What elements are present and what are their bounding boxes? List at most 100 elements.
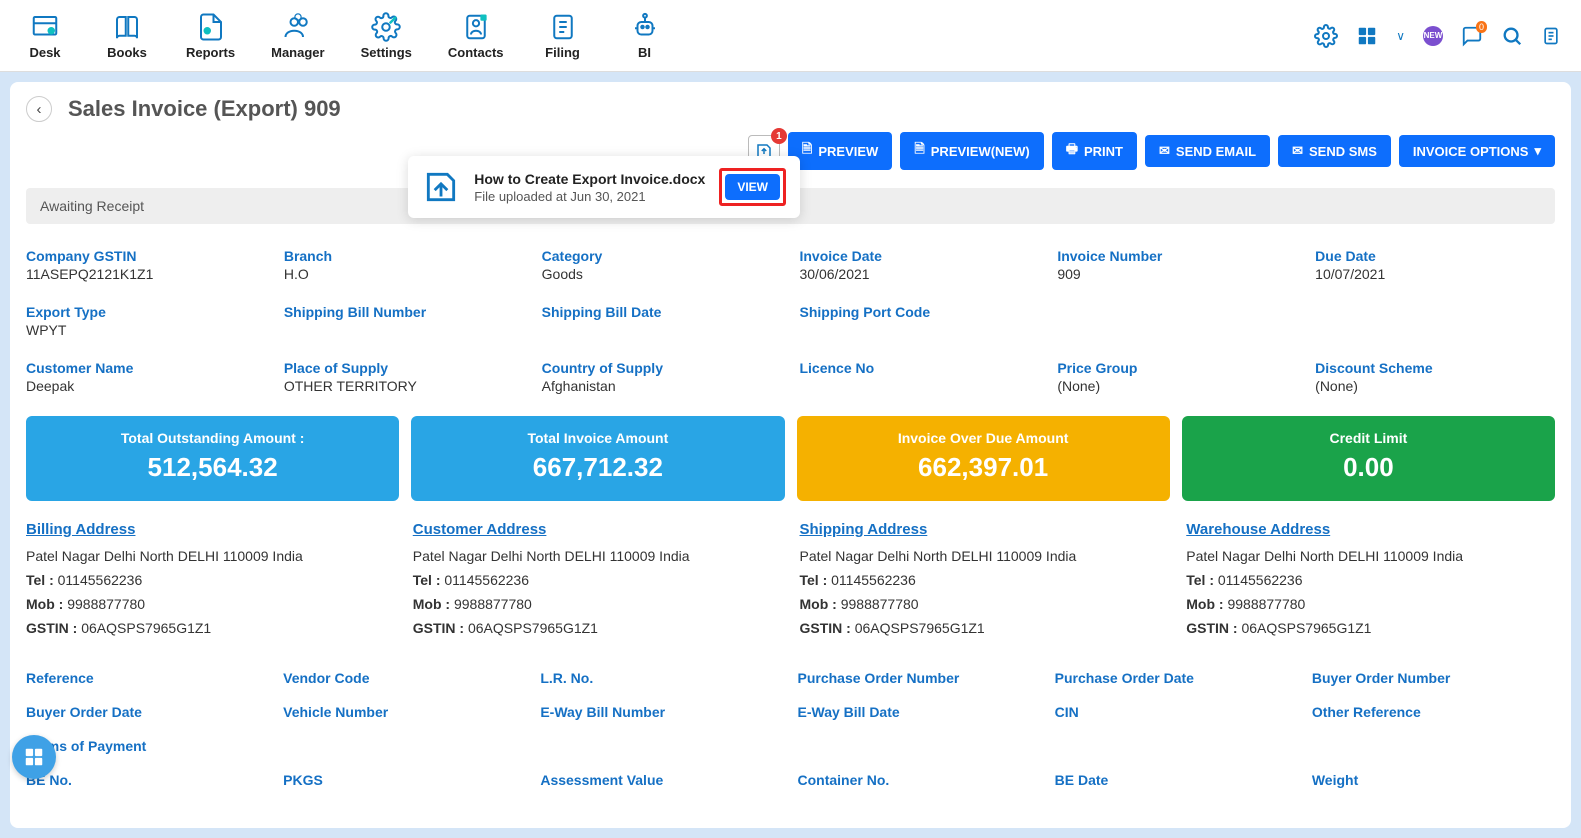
details-grid: Company GSTIN11ASEPQ2121K1Z1BranchH.OCat… (26, 248, 1555, 394)
detail-value: 30/06/2021 (799, 266, 1039, 282)
reference-label: Vendor Code (283, 670, 526, 686)
detail-item: Shipping Bill Date (542, 304, 782, 338)
address-gstin: GSTIN : 06AQSPS7965G1Z1 (1186, 620, 1555, 636)
address-title[interactable]: Billing Address (26, 521, 395, 538)
mail-icon: ✉ (1292, 143, 1303, 159)
send-email-button[interactable]: ✉SEND EMAIL (1145, 135, 1270, 167)
detail-value: 909 (1057, 266, 1297, 282)
print-label: PRINT (1084, 144, 1123, 159)
address-title[interactable]: Customer Address (413, 521, 782, 538)
detail-key: Discount Scheme (1315, 360, 1555, 376)
address-block: Billing AddressPatel Nagar Delhi North D… (26, 521, 395, 644)
reference-label: Purchase Order Number (798, 670, 1041, 686)
file-name: How to Create Export Invoice.docx (474, 171, 705, 187)
nav-label: BI (638, 45, 651, 60)
address-mob: Mob : 9988877780 (26, 596, 395, 612)
topbar: DeskBooksReportsManager Settings Contacts F… (0, 0, 1581, 72)
nav-item-contacts[interactable]: Contacts (436, 7, 516, 64)
summary-value: 667,712.32 (421, 452, 774, 483)
nav-item-filing[interactable]: Filing (528, 7, 598, 64)
preview-button[interactable]: 🗎PREVIEW (788, 132, 892, 170)
detail-value: OTHER TERRITORY (284, 378, 524, 394)
nav-label: Filing (545, 45, 580, 60)
print-button[interactable]: 🖶PRINT (1052, 132, 1137, 170)
actions-row: 1 🗎PREVIEW 🗎PREVIEW(NEW) 🖶PRINT ✉SEND EM… (26, 132, 1555, 170)
reports-icon (195, 11, 227, 43)
chevron-down-icon[interactable]: ∨ (1396, 29, 1405, 43)
address-tel: Tel : 01145562236 (413, 572, 782, 588)
summary-title: Invoice Over Due Amount (807, 430, 1160, 446)
detail-item (1057, 304, 1297, 338)
detail-item: Invoice Number909 (1057, 248, 1297, 282)
summary-title: Credit Limit (1192, 430, 1545, 446)
nav-item-desk[interactable]: Desk (10, 7, 80, 64)
reference-label: Weight (1312, 772, 1555, 788)
detail-value: H.O (284, 266, 524, 282)
nav-item-reports[interactable]: Reports (174, 7, 247, 64)
upload-notif-count: 1 (771, 128, 787, 144)
reference-label (798, 738, 1041, 754)
address-title[interactable]: Shipping Address (800, 521, 1169, 538)
address-gstin: GSTIN : 06AQSPS7965G1Z1 (413, 620, 782, 636)
nav-item-books[interactable]: Books (92, 7, 162, 64)
detail-item: Export Type WPYT (26, 304, 266, 338)
calculator-icon[interactable] (1356, 25, 1378, 47)
file-attachment-popup: How to Create Export Invoice.docx File u… (408, 156, 800, 218)
new-badge[interactable]: NEW (1423, 26, 1443, 46)
address-block: Customer Address Patel Nagar Delhi North … (413, 521, 782, 644)
apps-fab-button[interactable] (12, 735, 56, 779)
address-tel: Tel : 01145562236 (26, 572, 395, 588)
nav-item-settings[interactable]: Settings (349, 7, 424, 64)
search-icon[interactable] (1501, 25, 1523, 47)
detail-key: Branch (284, 248, 524, 264)
address-title[interactable]: Warehouse Address (1186, 521, 1555, 538)
detail-key: Customer Name (26, 360, 266, 376)
file-uploaded-date: File uploaded at Jun 30, 2021 (474, 189, 705, 204)
detail-value: Goods (542, 266, 782, 282)
chat-icon[interactable]: 0 (1461, 25, 1483, 47)
invoice-options-button[interactable]: INVOICE OPTIONS ▾ (1399, 135, 1555, 167)
detail-value: 10/07/2021 (1315, 266, 1555, 282)
detail-key: Due Date (1315, 248, 1555, 264)
detail-item: CategoryGoods (542, 248, 782, 282)
summary-card: Total Outstanding Amount :512,564.32 (26, 416, 399, 501)
detail-value: Deepak (26, 378, 266, 394)
preview-label: PREVIEW (818, 144, 878, 159)
detail-key: Price Group (1057, 360, 1297, 376)
reference-label (1055, 738, 1298, 754)
chat-count: 0 (1476, 21, 1487, 33)
view-button-highlight: VIEW (719, 168, 786, 206)
summary-value: 512,564.32 (36, 452, 389, 483)
file-info: How to Create Export Invoice.docx File u… (474, 171, 705, 204)
reference-label: Container No. (798, 772, 1041, 788)
view-attachment-button[interactable]: VIEW (725, 174, 780, 200)
back-button[interactable]: ‹ (26, 96, 52, 122)
detail-key: Company GSTIN (26, 248, 266, 264)
clipboard-icon[interactable] (1541, 25, 1561, 47)
send-sms-button[interactable]: ✉SEND SMS (1278, 135, 1391, 167)
reference-label: Other Reference (1312, 704, 1555, 720)
settings-gear-icon[interactable] (1314, 24, 1338, 48)
desk-icon (29, 11, 61, 43)
reference-label: CIN (1055, 704, 1298, 720)
address-gstin: GSTIN : 06AQSPS7965G1Z1 (800, 620, 1169, 636)
reference-label: Purchase Order Date (1055, 670, 1298, 686)
reference-label: Reference (26, 670, 269, 686)
detail-item: Price Group(None) (1057, 360, 1297, 394)
detail-key: Shipping Bill Number (284, 304, 524, 320)
bi-icon (629, 11, 661, 43)
preview-new-button[interactable]: 🗎PREVIEW(NEW) (900, 132, 1043, 170)
detail-value: WPYT (26, 322, 266, 338)
reference-label: Buyer Order Date (26, 704, 269, 720)
detail-key: Export Type (26, 304, 266, 320)
nav-label: Settings (361, 45, 412, 60)
detail-item: Licence No (799, 360, 1039, 394)
detail-item: Invoice Date30/06/2021 (799, 248, 1039, 282)
address-mob: Mob : 9988877780 (1186, 596, 1555, 612)
address-tel: Tel : 01145562236 (800, 572, 1169, 588)
reference-label: BE Date (1055, 772, 1298, 788)
page-header: ‹ Sales Invoice (Export) 909 (26, 96, 1555, 122)
nav-item-manager[interactable]: Manager (259, 7, 336, 64)
address-line: Patel Nagar Delhi North DELHI 110009 Ind… (413, 548, 782, 564)
nav-item-bi[interactable]: BI (610, 7, 680, 64)
